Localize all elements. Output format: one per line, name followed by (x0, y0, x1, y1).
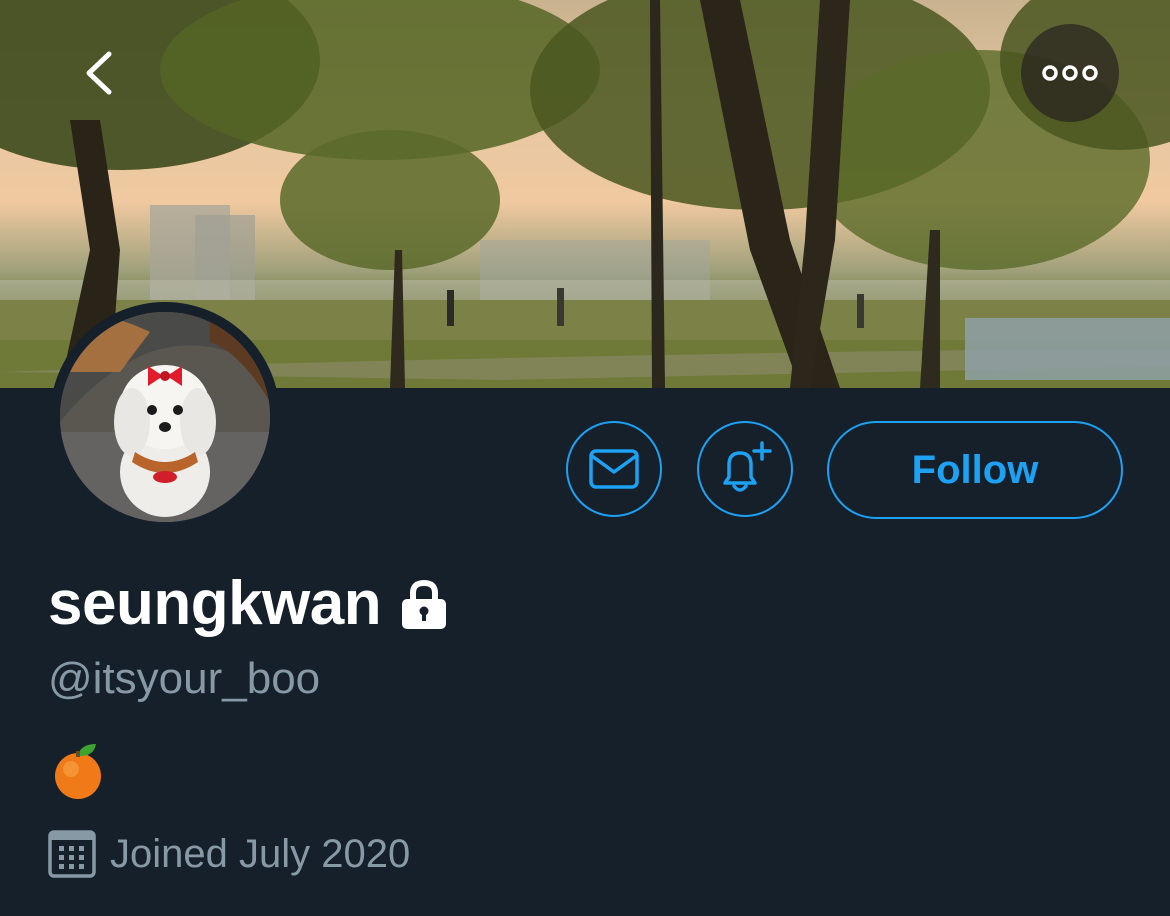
profile-bio (52, 742, 106, 807)
lock-icon (402, 579, 447, 629)
notifications-button[interactable] (697, 421, 793, 517)
profile-avatar[interactable] (50, 302, 280, 532)
profile-name-row: seungkwan (48, 568, 449, 639)
chevron-left-icon (86, 51, 112, 95)
profile-handle: @itsyour_boo (48, 654, 321, 703)
avatar-image (60, 312, 270, 522)
message-button[interactable] (566, 421, 662, 517)
display-name: seungkwan (48, 569, 382, 638)
bell-plus-icon (723, 441, 772, 492)
joined-date: Joined July 2020 (110, 831, 411, 876)
envelope-icon (589, 449, 639, 489)
more-options-button[interactable] (1021, 24, 1119, 122)
joined-date-row: Joined July 2020 (48, 830, 410, 878)
back-button[interactable] (54, 28, 144, 118)
calendar-icon (48, 830, 96, 878)
more-horizontal-icon (1042, 65, 1098, 81)
follow-button[interactable]: Follow (827, 421, 1123, 519)
tangerine-icon (55, 744, 101, 799)
dog-photo (60, 312, 270, 522)
